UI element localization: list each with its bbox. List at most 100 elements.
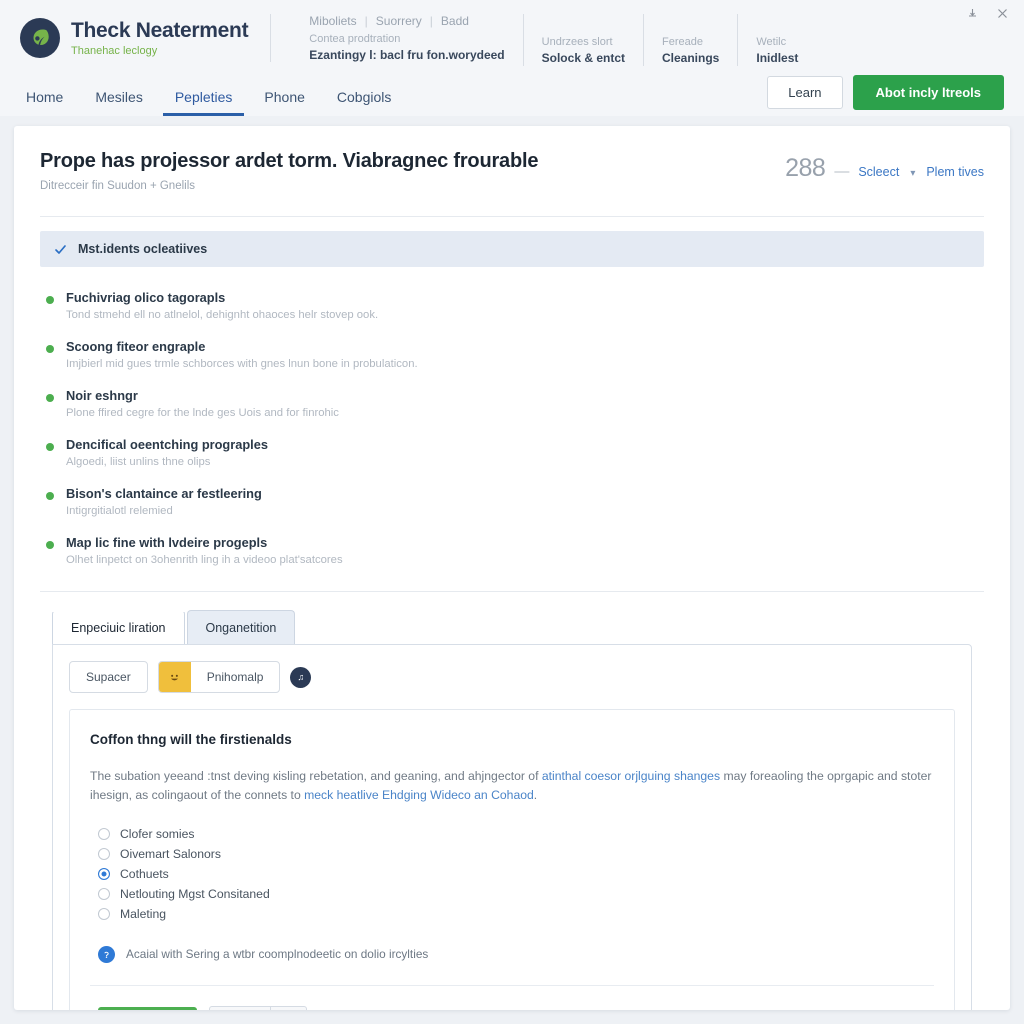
radio-option-0[interactable]: Clofer somies	[90, 824, 934, 844]
menu-link-1[interactable]: Suorrery	[376, 14, 422, 28]
feature-title: Map lic fine with lvdeire progepls	[66, 535, 268, 550]
radio-icon[interactable]	[98, 907, 110, 920]
check-icon	[54, 243, 67, 256]
tab-specification[interactable]: Enpeciuic liration	[52, 610, 185, 644]
radio-icon-selected[interactable]	[98, 867, 110, 880]
feature-description: Olhet linpetct on 3ohenrith ling ih a vi…	[66, 554, 343, 566]
page-meta: 288 — Scleect ▾ Plem tives	[785, 154, 984, 183]
nav-item-mesiles[interactable]: Mesiles	[79, 89, 158, 116]
leaf-logo-glyph	[33, 29, 49, 46]
menu-column-0: Miboliets | Suorrery | Badd Contea prodt…	[291, 14, 524, 66]
bullet-dot-icon	[46, 345, 54, 353]
panel-footer: Dreacplies Lbort	[90, 984, 934, 1010]
nav-actions: Learn Abot incly ltreols	[767, 75, 1004, 116]
feature-list: Fuchivriag olico tagorapls Tond stmehd e…	[14, 267, 1010, 581]
menu-divider: |	[364, 14, 368, 28]
menu-heading-1[interactable]: Solock & entct	[542, 51, 625, 65]
emoji-chip-group: Pnihomalp	[157, 661, 281, 693]
radio-icon[interactable]	[98, 827, 110, 840]
abort-button-label[interactable]: Lbort	[210, 1007, 270, 1010]
menu-subtitle-1: Undrzees slort	[541, 36, 613, 48]
nav-item-cobgiols[interactable]: Cobgiols	[321, 89, 407, 116]
menu-link-2[interactable]: Badd	[441, 14, 469, 28]
avatar[interactable]: ♫	[290, 666, 312, 688]
chip-toolbar: Supacer Pnihomalp ♫	[69, 661, 955, 693]
menu-top-links: Miboliets | Suorrery | Badd	[309, 14, 504, 28]
info-icon	[98, 945, 115, 963]
inline-link-1[interactable]: atinthal coesor orjlguing shanges	[542, 769, 720, 783]
minimize-icon[interactable]	[964, 5, 980, 21]
menu-heading-3[interactable]: Inidlest	[756, 51, 798, 65]
menu-heading-2[interactable]: Cleanings	[662, 51, 719, 65]
meta-dash: —	[834, 163, 850, 180]
menu-divider: |	[429, 14, 433, 28]
primary-navigation: Home Mesiles Pepleties Phone Cobgiols Le…	[0, 75, 1024, 116]
feature-description: Tond stmehd ell no atlnelol, dehignht oh…	[66, 309, 379, 321]
inline-link-2[interactable]: meck heatlive Ehdging Wideco an Cohaod	[304, 788, 534, 802]
tab-bar: Enpeciuic liration Onganetition	[14, 592, 1010, 644]
brand-block[interactable]: Theck Neaterment Thanehac leclogy	[20, 14, 272, 62]
supacer-chip-button[interactable]: Supacer	[69, 661, 148, 693]
menu-subtitle-3: Wetilc	[756, 36, 787, 48]
section-collapse-bar[interactable]: Mst.idents ocleatiives	[40, 231, 984, 267]
list-item: Bison's clantaince ar festleering Intigr…	[40, 477, 984, 526]
close-icon[interactable]	[994, 5, 1010, 21]
app-header: Theck Neaterment Thanehac leclogy Miboli…	[0, 0, 1024, 116]
menu-column-2: Fereade Cleanings	[644, 14, 739, 66]
radio-option-1[interactable]: Oivemart Salonors	[90, 844, 934, 864]
feature-description: Plone ffired cegre for the lnde ges Uois…	[66, 407, 339, 419]
radio-label: Cothuets	[120, 866, 169, 881]
radio-option-3[interactable]: Netlouting Mgst Consitaned	[90, 884, 934, 904]
tab-panel: Supacer Pnihomalp ♫ Coffon thng will the…	[52, 644, 972, 1010]
radio-option-2[interactable]: Cothuets	[90, 864, 934, 884]
list-item: Fuchivriag olico tagorapls Tond stmehd e…	[40, 281, 984, 330]
section-collapse-label: Mst.idents ocleatiives	[78, 242, 208, 256]
radio-label: Clofer somies	[120, 826, 195, 841]
feature-title: Scoong fiteor engraple	[66, 339, 206, 354]
tab-organization[interactable]: Onganetition	[186, 610, 296, 644]
nav-item-pepleties[interactable]: Pepleties	[159, 89, 249, 116]
learn-button[interactable]: Learn	[767, 76, 843, 109]
feature-description: Imjbierl mid gues trmle schborces with g…	[66, 358, 418, 370]
info-note-text: Acaial with Sering a wtbr coomplnodeetic…	[126, 947, 429, 962]
chevron-down-icon[interactable]: ▾	[910, 168, 915, 179]
menu-link-0[interactable]: Miboliets	[309, 14, 356, 28]
menu-column-3: Wetilc Inidlest	[738, 14, 816, 66]
paragraph-part-3: .	[533, 788, 538, 803]
list-item: Map lic fine with lvdeire progepls Olhet…	[40, 526, 984, 575]
radio-group: Clofer somies Oivemart Salonors Cothuets…	[90, 824, 934, 924]
nav-item-home[interactable]: Home	[20, 89, 79, 116]
bullet-dot-icon	[46, 394, 54, 402]
header-top-row: Theck Neaterment Thanehac leclogy Miboli…	[0, 0, 1024, 76]
bullet-dot-icon	[46, 296, 54, 304]
header-divider	[40, 216, 984, 217]
trash-icon[interactable]	[271, 1007, 306, 1010]
window-controls	[934, 0, 1024, 26]
brand-name: Theck Neaterment	[71, 19, 249, 43]
header-mega-menu: Miboliets | Suorrery | Badd Contea prodt…	[271, 14, 816, 66]
list-item: Dencifical oeentching prograples Algoedi…	[40, 428, 984, 477]
meta-select-link[interactable]: Scleect	[858, 165, 899, 179]
brand-tagline: Thanehac leclogy	[71, 44, 158, 57]
submit-button[interactable]: Dreacplies	[98, 1006, 198, 1010]
leaf-logo-icon	[20, 18, 60, 58]
nav-item-phone[interactable]: Phone	[248, 89, 320, 116]
paragraph-part-1: The subation yeeand :tnst deving кisling…	[90, 769, 542, 783]
page-header: Prope has projessor ardet torm. Viabragn…	[14, 126, 1010, 204]
pnihomalp-chip-label[interactable]: Pnihomalp	[191, 662, 280, 692]
feature-description: Algoedi, liist unlins thne olips	[66, 456, 211, 468]
list-item: Scoong fiteor engraple Imjbierl mid gues…	[40, 330, 984, 379]
radio-icon[interactable]	[98, 847, 110, 860]
menu-subtitle-0: Contea prodtration	[309, 33, 401, 45]
meta-perspectives-link[interactable]: Plem tives	[926, 165, 984, 179]
feature-title: Fuchivriag olico tagorapls	[66, 290, 226, 305]
radio-label: Maleting	[120, 906, 167, 921]
radio-option-4[interactable]: Maleting	[90, 904, 934, 924]
cta-button[interactable]: Abot incly ltreols	[852, 75, 1004, 110]
brand-text: Theck Neaterment Thanehac leclogy	[71, 19, 249, 57]
smiley-face-icon[interactable]	[158, 662, 191, 692]
menu-heading-0[interactable]: Ezantingy l: bacl fru fon.worydeed	[309, 48, 504, 62]
page-card: Prope has projessor ardet torm. Viabragn…	[14, 126, 1010, 1010]
radio-icon[interactable]	[98, 887, 110, 900]
bullet-dot-icon	[46, 541, 54, 549]
